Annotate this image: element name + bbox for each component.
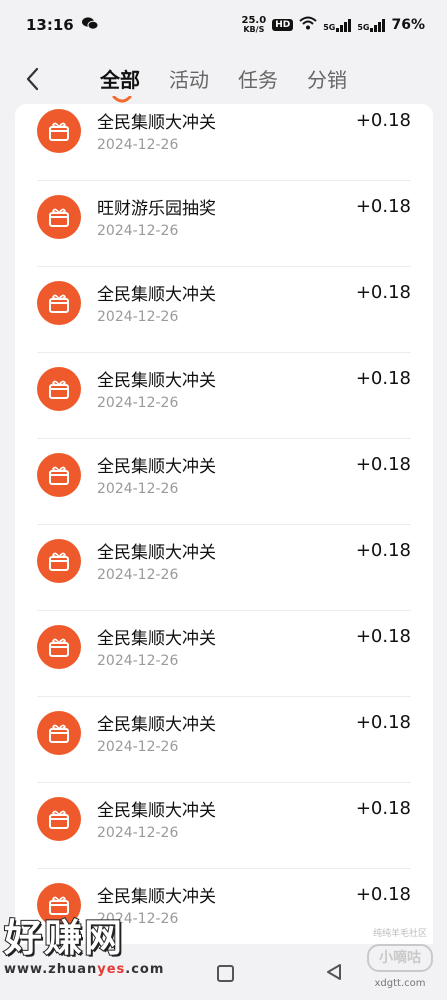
back-button[interactable]	[20, 64, 46, 94]
record-date: 2024-12-26	[97, 481, 179, 497]
record-date: 2024-12-26	[97, 309, 179, 325]
gift-icon	[37, 453, 81, 497]
record-title: 全民集顺大冲关	[97, 715, 216, 735]
record-amount: +0.18	[355, 110, 411, 131]
watermark-left: 好赚网 www.zhuanyes.com	[3, 915, 194, 994]
record-date: 2024-12-26	[97, 567, 179, 583]
record-title: 全民集顺大冲关	[97, 543, 216, 563]
signal-bars-icon	[370, 18, 386, 32]
record-date: 2024-12-26	[97, 223, 179, 239]
tab-task[interactable]: 任务	[238, 66, 278, 96]
record-amount: +0.18	[355, 798, 411, 819]
record-title: 全民集顺大冲关	[97, 629, 216, 649]
signal-2-label: 5G	[357, 22, 370, 32]
header: 全部 活动 任务 分销	[0, 50, 447, 108]
status-time: 13:16	[26, 16, 74, 34]
list-item[interactable]: 全民集顺大冲关 2024-12-26 +0.18	[15, 697, 433, 783]
tab-bar: 全部 活动 任务 分销	[100, 66, 347, 103]
gift-icon	[37, 367, 81, 411]
tab-activity-label: 活动	[169, 68, 209, 92]
list-item[interactable]: 全民集顺大冲关 2024-12-26 +0.18	[15, 783, 433, 869]
record-amount: +0.18	[355, 712, 411, 733]
gift-icon	[37, 711, 81, 755]
record-amount: +0.18	[355, 626, 411, 647]
record-date: 2024-12-26	[97, 825, 179, 841]
wechat-icon	[81, 16, 99, 34]
record-amount: +0.18	[355, 196, 411, 217]
record-date: 2024-12-26	[97, 137, 179, 153]
signal-1-label: 5G	[323, 22, 336, 32]
record-title: 旺财游乐园抽奖	[97, 199, 216, 219]
record-amount: +0.18	[355, 540, 411, 561]
watermark-url-part: .com	[125, 962, 165, 977]
gift-icon	[37, 109, 81, 153]
list-item[interactable]: 全民集顺大冲关 2024-12-26 +0.18	[15, 104, 433, 181]
tab-distribution-label: 分销	[307, 68, 347, 92]
watermark-right-url: xdgtt.com	[374, 978, 426, 989]
record-amount: +0.18	[355, 884, 411, 905]
nav-back-button[interactable]	[325, 963, 343, 981]
list-item[interactable]: 旺财游乐园抽奖 2024-12-26 +0.18	[15, 181, 433, 267]
record-title: 全民集顺大冲关	[97, 887, 216, 907]
gift-icon	[37, 539, 81, 583]
wifi-icon	[299, 16, 317, 34]
net-speed: 25.0 KB/S	[242, 16, 267, 34]
gift-icon	[37, 281, 81, 325]
gift-icon	[37, 625, 81, 669]
record-amount: +0.18	[355, 368, 411, 389]
tab-active-indicator	[112, 96, 132, 103]
nav-home-button[interactable]	[217, 965, 234, 982]
watermark-right-logo: 小嘀咕	[367, 944, 433, 972]
tab-distribution[interactable]: 分销	[307, 66, 347, 96]
signal-bars-icon	[336, 18, 352, 32]
record-date: 2024-12-26	[97, 739, 179, 755]
watermark-left-url: www.zhuanyes.com	[4, 962, 194, 977]
list-item[interactable]: 全民集顺大冲关 2024-12-26 +0.18	[15, 439, 433, 525]
tab-all[interactable]: 全部	[100, 66, 140, 103]
hd-badge: HD	[272, 19, 294, 31]
record-amount: +0.18	[355, 454, 411, 475]
list-item[interactable]: 全民集顺大冲关 2024-12-26 +0.18	[15, 611, 433, 697]
record-amount: +0.18	[355, 282, 411, 303]
record-title: 全民集顺大冲关	[97, 113, 216, 133]
watermark-right: 纯纯羊毛社区 小嘀咕 xdgtt.com	[356, 926, 444, 996]
gift-icon	[37, 195, 81, 239]
tab-all-label: 全部	[100, 68, 140, 92]
record-title: 全民集顺大冲关	[97, 285, 216, 305]
watermark-url-highlight: yes	[97, 962, 126, 977]
chevron-left-icon	[26, 67, 39, 91]
tab-activity[interactable]: 活动	[169, 66, 209, 96]
net-speed-unit: KB/S	[243, 25, 265, 34]
record-title: 全民集顺大冲关	[97, 801, 216, 821]
list-item[interactable]: 全民集顺大冲关 2024-12-26 +0.18	[15, 353, 433, 439]
record-date: 2024-12-26	[97, 395, 179, 411]
list-item[interactable]: 全民集顺大冲关 2024-12-26 +0.18	[15, 525, 433, 611]
signal-2: 5G	[357, 18, 386, 32]
watermark-right-caption: 纯纯羊毛社区	[372, 929, 427, 939]
watermark-left-title: 好赚网	[3, 915, 125, 961]
battery-level: 76%	[391, 17, 425, 33]
watermark-url-part: www.zhuan	[4, 962, 98, 977]
signal-1: 5G	[323, 18, 352, 32]
status-bar: 13:16 25.0 KB/S HD 5G 5G 76%	[0, 0, 447, 50]
record-title: 全民集顺大冲关	[97, 457, 216, 477]
records-list[interactable]: 全民集顺大冲关 2024-12-26 +0.18 旺财游乐园抽奖 2024-12…	[15, 104, 433, 944]
record-date: 2024-12-26	[97, 653, 179, 669]
record-title: 全民集顺大冲关	[97, 371, 216, 391]
list-item[interactable]: 全民集顺大冲关 2024-12-26 +0.18	[15, 267, 433, 353]
gift-icon	[37, 797, 81, 841]
tab-task-label: 任务	[238, 68, 278, 92]
